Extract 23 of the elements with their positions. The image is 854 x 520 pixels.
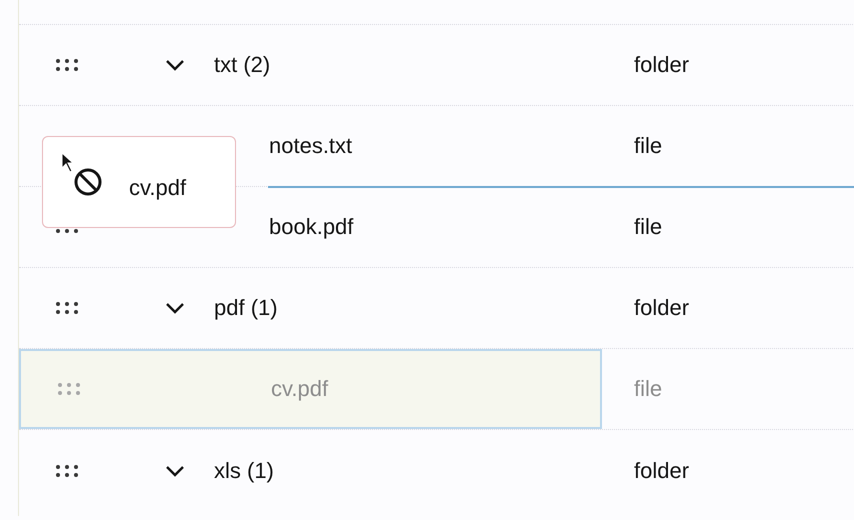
table-row[interactable]: txt (2) folder <box>19 25 854 106</box>
folder-name: txt (2) <box>214 52 270 78</box>
folder-name: pdf (1) <box>214 295 278 321</box>
drag-handle-icon[interactable] <box>55 58 79 72</box>
type-label: folder <box>634 458 690 484</box>
folder-name: xls (1) <box>214 458 274 484</box>
type-label: folder <box>634 52 690 78</box>
type-label: file <box>634 133 662 159</box>
type-label: folder <box>634 295 690 321</box>
pointer-icon <box>61 152 75 174</box>
type-label: file <box>634 376 662 402</box>
file-name: cv.pdf <box>271 376 328 402</box>
chevron-icon[interactable] <box>165 302 185 314</box>
drag-handle-icon[interactable] <box>55 301 79 315</box>
type-label: file <box>634 214 662 240</box>
table-row[interactable]: xls (1) folder <box>19 430 854 511</box>
not-allowed-icon <box>73 167 103 197</box>
drag-handle-icon[interactable] <box>55 464 79 478</box>
file-name: notes.txt <box>269 133 352 159</box>
drag-handle-icon[interactable] <box>57 382 81 396</box>
file-name: book.pdf <box>269 214 354 240</box>
chevron-icon[interactable] <box>165 59 185 71</box>
chevron-icon[interactable] <box>165 464 185 476</box>
